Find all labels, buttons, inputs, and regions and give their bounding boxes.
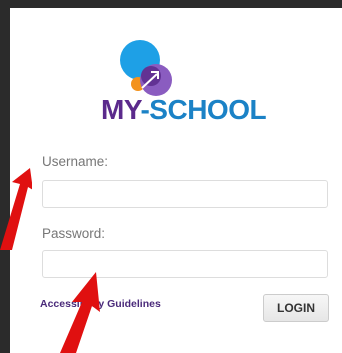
- my-school-logo: MY-SCHOOL: [10, 8, 342, 138]
- username-label: Username:: [42, 154, 109, 169]
- logo-text-school: -SCHOOL: [140, 94, 267, 125]
- username-input[interactable]: [42, 180, 328, 208]
- login-panel: MY-SCHOOL Username: Password: Accessibil…: [10, 8, 342, 353]
- login-button[interactable]: LOGIN: [263, 294, 329, 322]
- logo-wordmark: MY-SCHOOL: [101, 94, 267, 126]
- password-label: Password:: [42, 226, 106, 241]
- logo-text-my: MY: [101, 94, 141, 125]
- password-input[interactable]: [42, 250, 328, 278]
- accessibility-guidelines-link[interactable]: Accessibility Guidelines: [40, 298, 161, 310]
